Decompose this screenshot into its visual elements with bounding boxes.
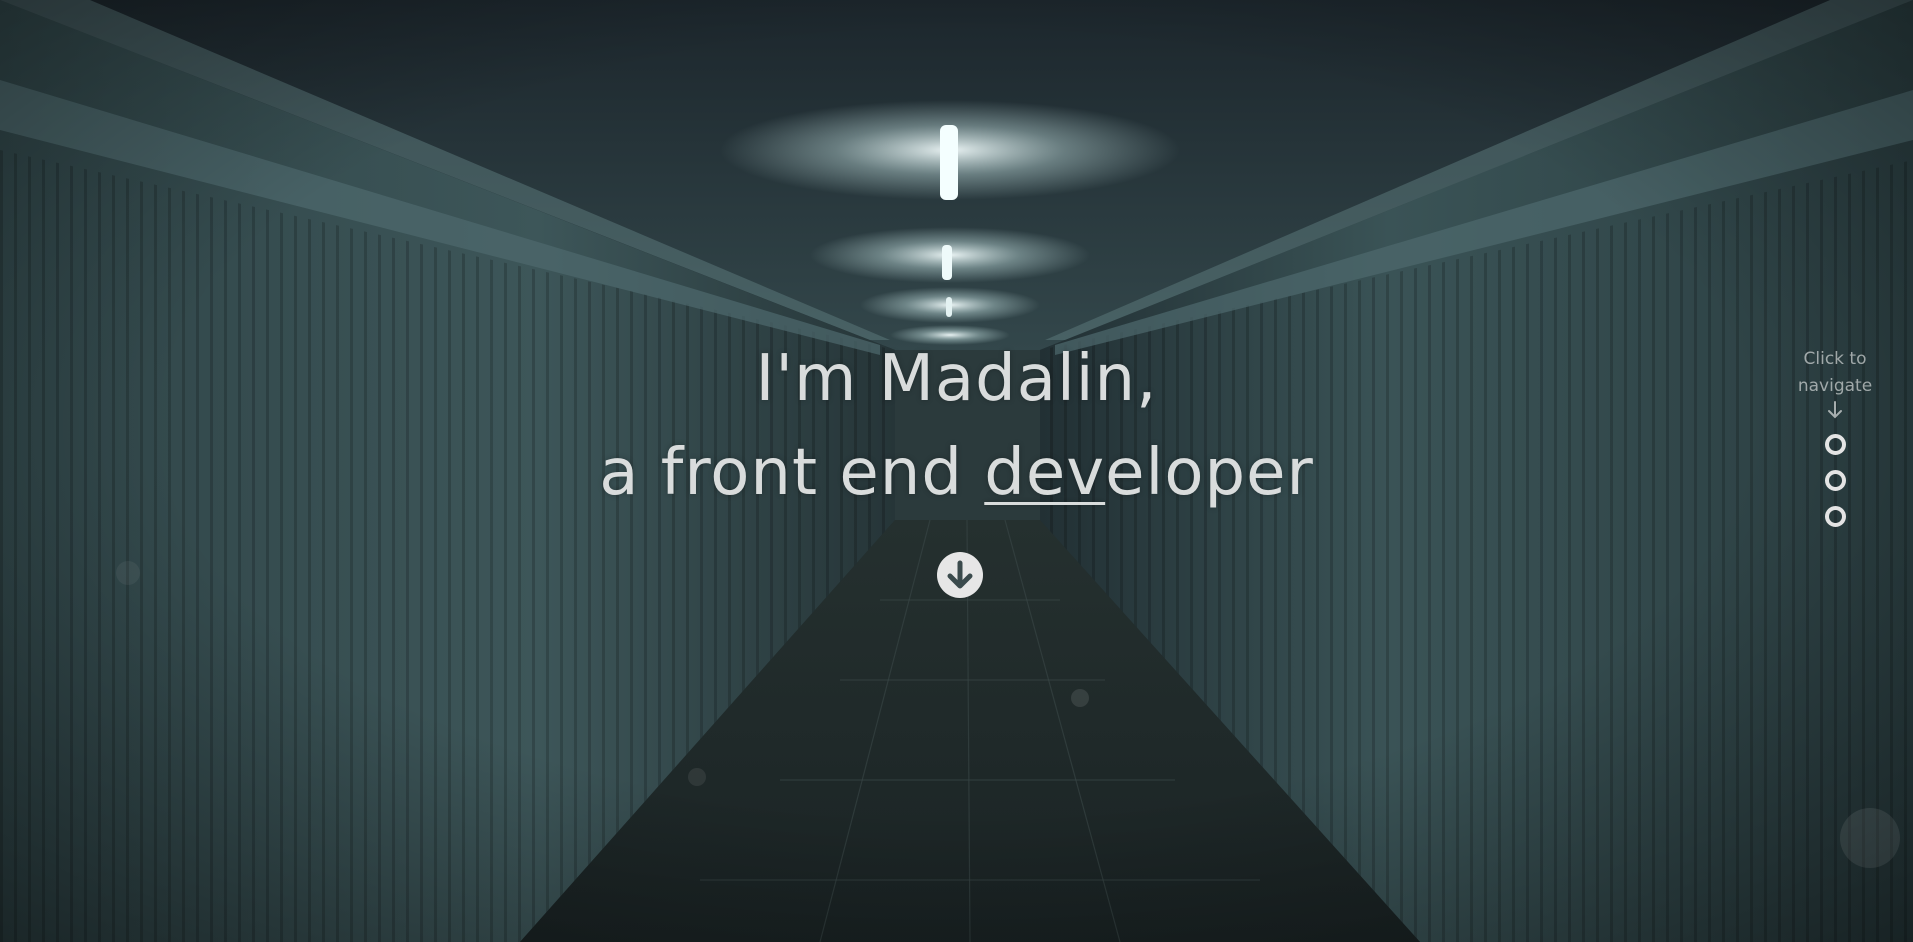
greeting-text: I'm Madalin, (755, 342, 1158, 416)
role-text: a front end developer (0, 426, 1913, 520)
nav-hint-line-1: Click to (1803, 349, 1867, 369)
side-navigation: Click to navigate (1780, 346, 1890, 527)
nav-dot-3[interactable] (1824, 506, 1846, 527)
arrow-down-icon (1828, 401, 1842, 419)
nav-hint-line-2: navigate (1797, 376, 1873, 396)
hero-headline: I'm Madalin, a front end developer (0, 332, 1913, 520)
scroll-down-button[interactable] (937, 552, 983, 598)
role-underlined: dev (984, 436, 1106, 510)
arrow-circle-down-icon (947, 560, 973, 589)
hero-section: I'm Madalin, a front end developer Click… (0, 0, 1913, 942)
nav-dot-2[interactable] (1824, 470, 1846, 491)
nav-hint: Click to navigate (1780, 346, 1890, 400)
role-prefix: a front end (599, 436, 985, 510)
nav-dot-1[interactable] (1824, 434, 1846, 455)
role-suffix: eloper (1105, 436, 1314, 510)
